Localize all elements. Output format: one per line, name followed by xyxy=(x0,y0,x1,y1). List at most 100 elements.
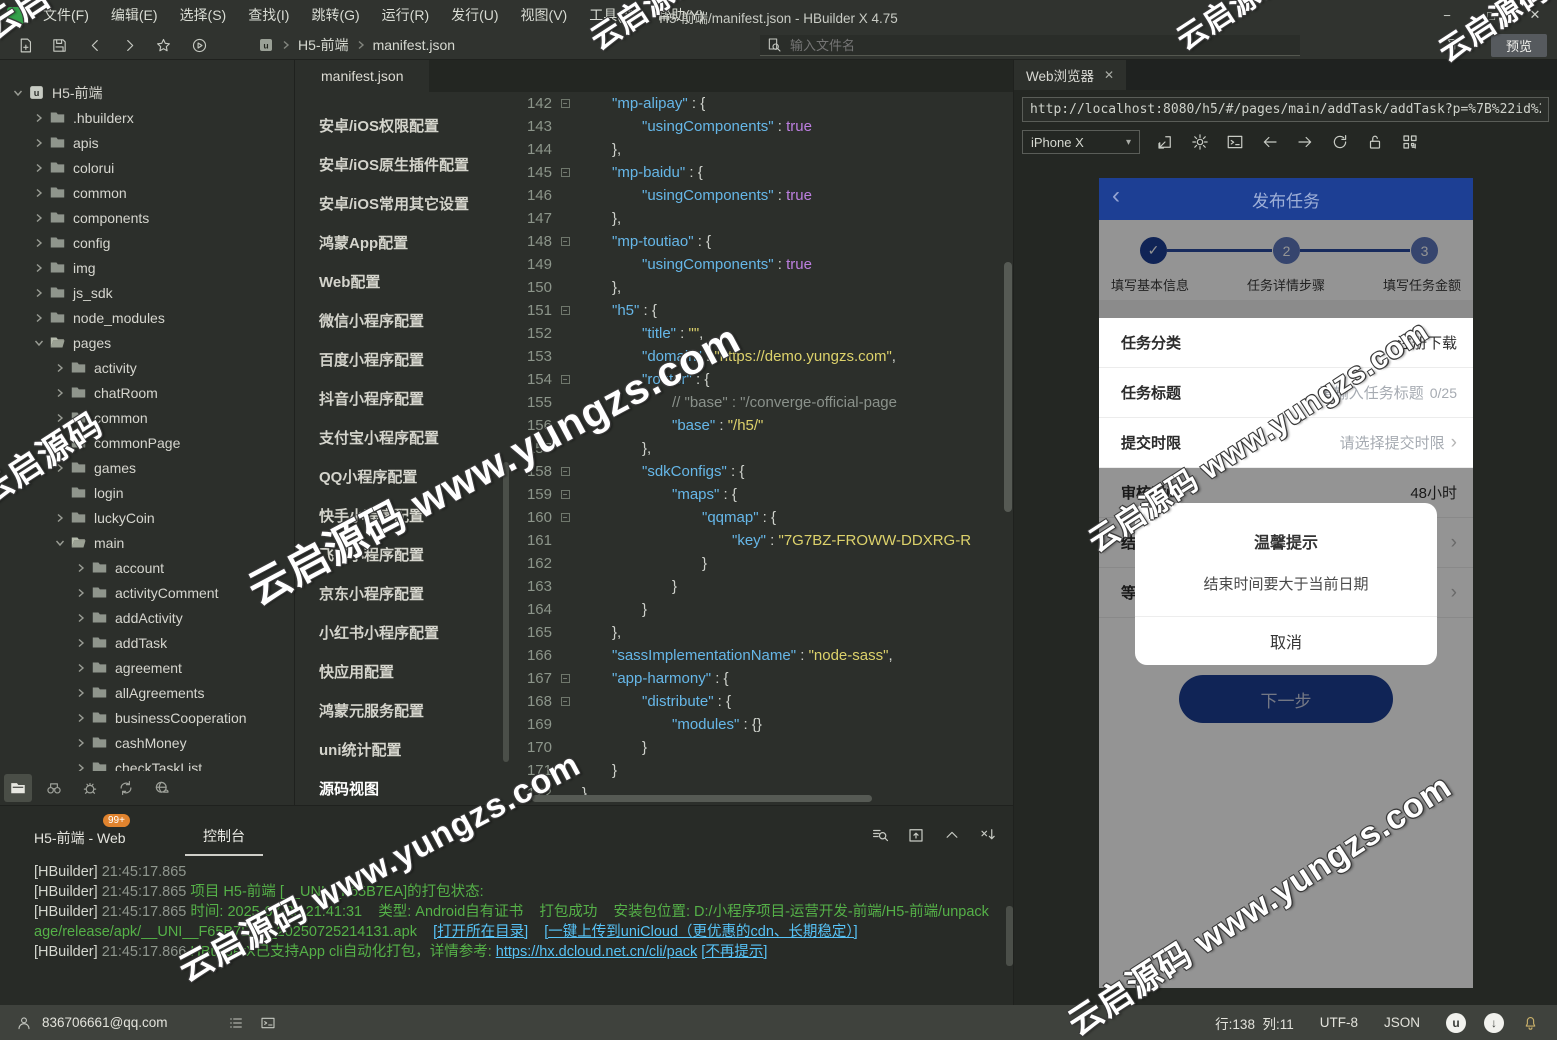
manifest-section-QQ小程序配置[interactable]: QQ小程序配置 xyxy=(295,457,510,496)
chevron-right-icon[interactable] xyxy=(52,388,68,398)
section-list-scrollbar[interactable] xyxy=(503,462,509,762)
chevron-right-icon[interactable] xyxy=(52,463,68,473)
menu-item-4[interactable]: 跳转(G) xyxy=(300,0,370,30)
manifest-section-百度小程序配置[interactable]: 百度小程序配置 xyxy=(295,340,510,379)
chevron-right-icon[interactable] xyxy=(31,188,47,198)
cursor-position[interactable]: 行:138 列:11 xyxy=(1215,1013,1294,1033)
chevron-right-icon[interactable] xyxy=(31,288,47,298)
sync-icon[interactable] xyxy=(112,774,140,802)
nav-forward-icon[interactable] xyxy=(1296,133,1314,151)
console-link[interactable]: [打开所在目录] xyxy=(433,924,528,940)
forward-icon[interactable] xyxy=(118,34,140,56)
tree-item-config[interactable]: config xyxy=(0,230,294,255)
chevron-right-icon[interactable] xyxy=(52,513,68,523)
tree-item-activityComment[interactable]: activityComment xyxy=(0,580,294,605)
run-icon[interactable] xyxy=(188,34,210,56)
manifest-section-小红书小程序配置[interactable]: 小红书小程序配置 xyxy=(295,613,510,652)
fold-marker-icon[interactable]: − xyxy=(556,460,574,483)
chevron-right-icon[interactable] xyxy=(73,588,89,598)
tree-item-allAgreements[interactable]: allAgreements xyxy=(0,680,294,705)
nav-back-icon[interactable] xyxy=(1261,133,1279,151)
breadcrumb-item-0[interactable]: H5-前端 xyxy=(298,35,349,55)
tab-web-browser[interactable]: Web浏览器 ✕ xyxy=(1014,60,1127,90)
refresh-icon[interactable] xyxy=(1331,133,1349,151)
tree-item-cashMoney[interactable]: cashMoney xyxy=(0,730,294,755)
manifest-section-支付宝小程序配置[interactable]: 支付宝小程序配置 xyxy=(295,418,510,457)
dialog-cancel-button[interactable]: 取消 xyxy=(1135,617,1437,665)
outline-list-icon[interactable] xyxy=(228,1015,244,1031)
collapse-panel-icon[interactable] xyxy=(943,826,961,844)
manifest-section-uni统计配置[interactable]: uni统计配置 xyxy=(295,730,510,769)
menu-item-1[interactable]: 编辑(E) xyxy=(100,0,169,30)
manifest-section-抖音小程序配置[interactable]: 抖音小程序配置 xyxy=(295,379,510,418)
chevron-right-icon[interactable] xyxy=(73,638,89,648)
chevron-right-icon[interactable] xyxy=(73,613,89,623)
tree-item-.hbuilderx[interactable]: .hbuilderx xyxy=(0,105,294,130)
tree-item-account[interactable]: account xyxy=(0,555,294,580)
chevron-right-icon[interactable] xyxy=(31,213,47,223)
console-link[interactable]: [不再提示] xyxy=(701,944,767,960)
tree-item-node_modules[interactable]: node_modules xyxy=(0,305,294,330)
chevron-down-icon[interactable] xyxy=(10,88,26,98)
maximize-button[interactable]: □ xyxy=(1469,0,1513,30)
open-external-icon[interactable] xyxy=(1156,133,1174,151)
u-circle-icon[interactable]: u xyxy=(1446,1012,1466,1033)
tree-item-games[interactable]: games xyxy=(0,455,294,480)
settings-gear-icon[interactable] xyxy=(1191,133,1209,151)
star-icon[interactable] xyxy=(152,34,174,56)
manifest-section-鸿蒙App配置[interactable]: 鸿蒙App配置 xyxy=(295,223,510,262)
device-select[interactable]: iPhone X ▾ xyxy=(1022,130,1140,154)
tree-item-main[interactable]: main xyxy=(0,530,294,555)
chevron-right-icon[interactable] xyxy=(31,163,47,173)
manifest-section-鸿蒙元服务配置[interactable]: 鸿蒙元服务配置 xyxy=(295,691,510,730)
tree-item-checkTaskList[interactable]: checkTaskList xyxy=(0,755,294,771)
web-globe-icon[interactable] xyxy=(148,774,176,802)
tree-item-commonPage[interactable]: commonPage xyxy=(0,430,294,455)
chevron-right-icon[interactable] xyxy=(31,238,47,248)
preview-button[interactable]: 预览 xyxy=(1491,34,1547,57)
menu-item-0[interactable]: 文件(F) xyxy=(32,0,100,30)
console-tab-active[interactable]: 控制台 xyxy=(185,826,263,856)
tree-item-img[interactable]: img xyxy=(0,255,294,280)
console-link[interactable]: https://hx.dcloud.net.cn/cli/pack xyxy=(496,944,698,960)
search-input[interactable] xyxy=(788,36,1294,54)
fold-marker-icon[interactable]: − xyxy=(556,690,574,713)
breadcrumb-item-1[interactable]: manifest.json xyxy=(373,37,455,53)
log-search-icon[interactable] xyxy=(871,826,889,844)
chevron-right-icon[interactable] xyxy=(52,413,68,423)
code-editor[interactable]: 142− "mp-alipay" : {143 "usingComponents" … xyxy=(510,92,1013,805)
close-button[interactable]: ✕ xyxy=(1513,0,1557,30)
language-indicator[interactable]: JSON xyxy=(1384,1015,1420,1030)
tree-item-colorui[interactable]: colorui xyxy=(0,155,294,180)
fold-marker-icon[interactable]: − xyxy=(556,667,574,690)
tree-item-components[interactable]: components xyxy=(0,205,294,230)
export-log-icon[interactable] xyxy=(907,826,925,844)
tree-item-js_sdk[interactable]: js_sdk xyxy=(0,280,294,305)
tree-item-agreement[interactable]: agreement xyxy=(0,655,294,680)
lock-icon[interactable] xyxy=(1366,133,1384,151)
console-tab-web[interactable]: H5-前端 - Web xyxy=(34,828,126,848)
fold-marker-icon[interactable]: − xyxy=(556,299,574,322)
chevron-right-icon[interactable] xyxy=(52,438,68,448)
back-icon[interactable] xyxy=(84,34,106,56)
manifest-section-安卓/iOS权限配置[interactable]: 安卓/iOS权限配置 xyxy=(295,106,510,145)
form-row-category[interactable]: 任务分类 注册下载 xyxy=(1099,318,1473,368)
debug-bug-icon[interactable] xyxy=(76,774,104,802)
encoding-indicator[interactable]: UTF-8 xyxy=(1320,1015,1358,1030)
menu-item-2[interactable]: 选择(S) xyxy=(169,0,238,30)
chevron-down-icon[interactable] xyxy=(31,338,47,348)
chevron-down-icon[interactable] xyxy=(52,538,68,548)
fold-marker-icon[interactable]: − xyxy=(556,506,574,529)
manifest-section-源码视图[interactable]: 源码视图 xyxy=(295,769,510,808)
search-binoculars-icon[interactable] xyxy=(40,774,68,802)
form-row-deadline[interactable]: 提交时限 请选择提交时限 › xyxy=(1099,418,1473,468)
file-search-box[interactable] xyxy=(760,35,1300,56)
tree-item-apis[interactable]: apis xyxy=(0,130,294,155)
tree-item-pages[interactable]: pages xyxy=(0,330,294,355)
user-account-icon[interactable] xyxy=(16,1015,32,1031)
manifest-section-安卓/iOS原生插件配置[interactable]: 安卓/iOS原生插件配置 xyxy=(295,145,510,184)
manifest-section-快应用配置[interactable]: 快应用配置 xyxy=(295,652,510,691)
scroll-lock-icon[interactable] xyxy=(979,826,997,844)
new-file-icon[interactable] xyxy=(14,34,36,56)
manifest-section-快手小程序配置[interactable]: 快手小程序配置 xyxy=(295,496,510,535)
